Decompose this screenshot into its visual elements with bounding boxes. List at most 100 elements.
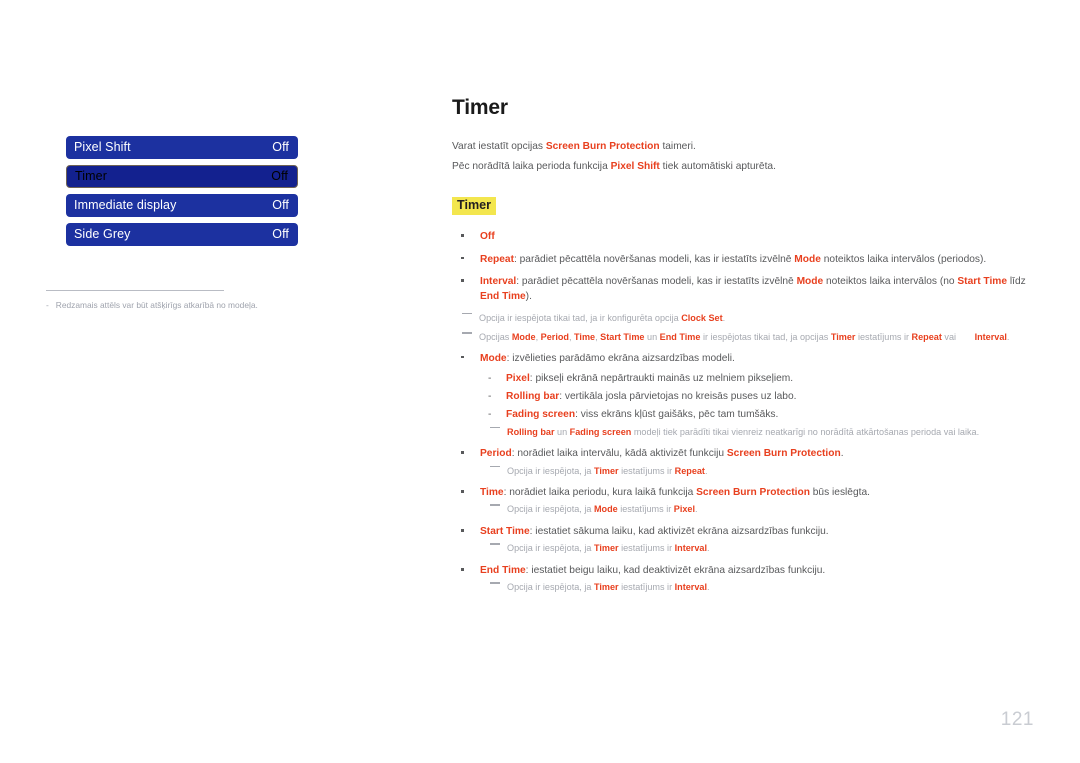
note-opt-text-c: ir iespējotas tikai tad, ja opcijas [700,332,831,343]
bullet-marker [461,355,464,359]
list-item-off: Off [452,229,1032,244]
note-opt-text-b: un [644,332,660,343]
osd-row-immediate-display[interactable]: Immediate display Off [66,194,298,217]
accent-timer: Timer [830,332,856,343]
osd-row-timer[interactable]: Timer Off [66,165,298,188]
start-time-text: : iestatiet sākuma laiku, kad aktivizēt … [529,526,829,538]
manual-page: Pixel Shift Off Timer Off Immediate disp… [0,0,1080,763]
term-fading-screen: Fading screen [506,408,576,420]
interval-text-b: noteiktos laika intervālos (no [823,276,958,287]
accent-repeat: Repeat [911,332,942,343]
accent-clock-set: Clock Set [681,312,723,323]
accent-timer: Timer [593,465,619,476]
osd-row-value: Off [272,227,289,242]
intro-2-pre: Pēc norādītā laika perioda funkcija [452,160,611,172]
accent-screen-burn-protection: Screen Burn Protection [696,487,810,499]
start-note-text-c: . [707,543,710,554]
osd-row-pixel-shift[interactable]: Pixel Shift Off [66,136,298,159]
note-options-enabled: Opcijas Mode, Period, Time, Start Time u… [452,331,1032,345]
list-item-period: Period: norādiet laika intervālu, kādā a… [452,446,1032,478]
term-mode: Mode [480,352,507,364]
note-dash-icon [462,332,472,334]
intro-1-accent: Screen Burn Protection [545,141,660,152]
note-dash-icon [490,426,500,429]
time-text-a: : norādiet laika periodu, kura laikā fun… [503,487,697,499]
note-period-enabled: Opcija ir iespējota, ja Timer iestatījum… [480,465,1032,479]
note-dash-icon [462,312,472,315]
page-title: Timer [452,96,508,119]
period-text-b: . [840,448,844,460]
accent-fading-screen: Fading screen [569,426,632,437]
note-opt-text-a: Opcijas [479,332,512,343]
accent-rolling-bar: Rolling bar [507,426,555,437]
note-dash-icon [490,582,500,584]
mode-note-text-a: un [554,426,570,437]
accent-start-time: Start Time [600,332,645,343]
footnote-text: Redzamais attēls var būt atšķirīgs atkar… [55,300,258,310]
term-repeat: Repeat [480,253,514,265]
sub-dash-marker: - [488,408,492,420]
content-column: Timer Varat iestatīt opcijas Screen Burn… [452,96,1032,602]
interval-text-d: ). [525,291,532,303]
footnote-dash: - [46,300,49,310]
osd-row-label: Pixel Shift [74,140,131,155]
bullet-marker [461,568,464,571]
period-text-a: : norādiet laika intervālu, kādā aktiviz… [511,448,727,460]
accent-mode: Mode [794,253,821,265]
end-note-text-a: Opcija ir iespējota, ja [507,582,594,593]
bullet-marker [461,529,464,532]
osd-row-label: Timer [75,169,107,184]
start-note-text-a: Opcija ir iespējota, ja [507,543,594,554]
period-note-text-a: Opcija ir iespējota, ja [507,465,594,476]
sub-item-rolling-bar: - Rolling bar: vertikāla josla pārvietoj… [480,389,1032,405]
accent-period: Period [540,332,569,343]
bullet-marker [461,256,464,260]
note-time-enabled: Opcija ir iespējota, ja Mode iestatījums… [480,503,1032,517]
intro-2-post: tiek automātiski apturēta. [659,160,776,172]
accent-time: Time [574,332,596,343]
term-rolling-bar: Rolling bar [506,390,560,402]
bullet-marker [461,490,464,493]
time-note-text-c: . [695,504,698,515]
period-note-text-c: . [704,465,708,476]
time-note-text-a: Opcija ir iespējota, ja [507,504,594,515]
list-item-mode: Mode: izvēlieties parādāmo ekrāna aizsar… [452,351,1032,439]
list-item-interval: Interval: parādiet pēcattēla novēršanas … [452,274,1032,305]
end-note-text-c: . [707,582,710,593]
accent-timer: Timer [593,582,619,593]
bullet-marker [461,451,464,454]
accent-start-time: Start Time [957,276,1008,287]
note-clock-text-b: . [722,312,726,323]
period-note-text-b: iestatījums ir [618,465,675,476]
intro-line-2: Pēc norādītā laika perioda funkcija Pixe… [452,160,1032,175]
note-start-time-enabled: Opcija ir iespējota, ja Timer iestatījum… [480,542,1032,556]
note-opt-text-d: iestatījums ir [855,332,912,343]
rolling-bar-text: : vertikāla josla pārvietojas no kreisās… [559,390,797,402]
note-dash-icon [490,504,500,507]
osd-row-label: Side Grey [74,227,131,242]
left-column: Pixel Shift Off Timer Off Immediate disp… [46,136,298,311]
start-note-text-b: iestatījums ir [618,543,675,554]
list-item-time: Time: norādiet laika periodu, kura laikā… [452,485,1032,517]
end-time-text: : iestatiet beigu laiku, kad deaktivizēt… [525,565,826,577]
osd-row-value: Off [272,198,289,213]
accent-pixel: Pixel [673,504,696,515]
accent-repeat: Repeat [674,465,705,476]
osd-row-side-grey[interactable]: Side Grey Off [66,223,298,246]
accent-mode: Mode [593,504,618,515]
sub-dash-marker: - [488,390,492,402]
note-opt-text-e: vai [941,332,959,343]
list-item-repeat: Repeat: parādiet pēcattēla novēršanas mo… [452,252,1032,267]
repeat-text-b: noteiktos laika intervālos (periodos). [820,253,987,265]
list-item-end-time: End Time: iestatiet beigu laiku, kad dea… [452,563,1032,595]
settings-list: Off Repeat: parādiet pēcattēla novēršana… [452,229,1032,595]
fading-screen-text: : viss ekrāns kļūst gaišāks, pēc tam tum… [575,408,779,420]
term-period: Period [480,448,512,460]
note-end-time-enabled: Opcija ir iespējota, ja Timer iestatījum… [480,581,1032,595]
note-clock-set: Opcija ir iespējota tikai tad, ja ir kon… [452,312,1032,326]
term-start-time: Start Time [480,526,530,538]
intro-1-pre: Varat iestatīt opcijas [452,141,546,152]
interval-text-c: līdz [1007,276,1026,287]
intro-1-post: taimeri. [659,141,696,152]
term-off: Off [480,231,495,243]
